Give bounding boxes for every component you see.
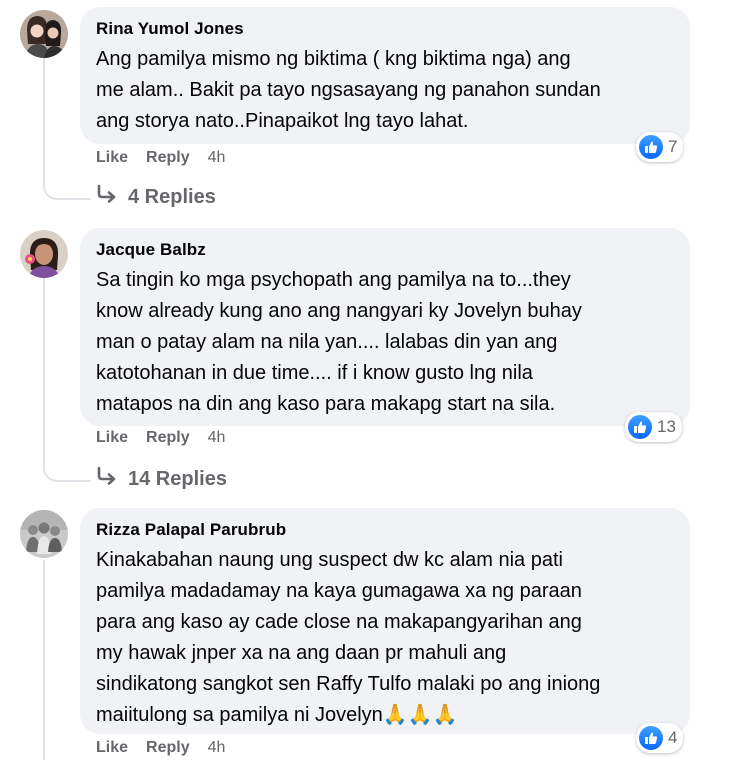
comment-author[interactable]: Rizza Palapal Parubrub bbox=[96, 517, 674, 543]
comment-text: Kinakabahan naung ung suspect dw kc alam… bbox=[96, 549, 601, 726]
reply-button[interactable]: Reply bbox=[146, 739, 190, 757]
thread-connector bbox=[43, 176, 91, 200]
comment-timestamp[interactable]: 4h bbox=[208, 149, 226, 167]
reply-button[interactable]: Reply bbox=[146, 149, 190, 167]
reaction-count-label: 7 bbox=[668, 137, 678, 156]
comment-text: Ang pamilya mismo ng biktima ( kng bikti… bbox=[96, 48, 601, 132]
comment-bubble: Jacque Balbz Sa tingin ko mga psychopath… bbox=[80, 228, 690, 426]
thread-line bbox=[43, 278, 45, 460]
reaction-count[interactable]: 7 bbox=[636, 132, 684, 162]
reaction-count-label: 4 bbox=[668, 728, 678, 747]
comment-author[interactable]: Rina Yumol Jones bbox=[96, 16, 674, 42]
comment-text: Sa tingin ko mga psychopath ang pamilya … bbox=[96, 269, 582, 415]
like-button[interactable]: Like bbox=[96, 429, 128, 447]
reply-arrow-icon bbox=[96, 466, 118, 492]
reaction-count[interactable]: 4 bbox=[636, 723, 684, 753]
view-replies-link[interactable]: 4 Replies bbox=[96, 182, 216, 212]
comment-timestamp[interactable]: 4h bbox=[208, 739, 226, 757]
thread-line bbox=[43, 58, 45, 178]
replies-count: 4 Replies bbox=[128, 185, 216, 208]
comment-actions: Like Reply 4h bbox=[96, 426, 225, 450]
thread-connector bbox=[43, 458, 91, 482]
comment-actions: Like Reply 4h bbox=[96, 146, 225, 170]
comment-timestamp[interactable]: 4h bbox=[208, 429, 226, 447]
reaction-count[interactable]: 13 bbox=[625, 412, 682, 442]
like-button[interactable]: Like bbox=[96, 739, 128, 757]
like-thumbs-up-icon bbox=[639, 135, 663, 159]
view-replies-link[interactable]: 14 Replies bbox=[96, 464, 227, 494]
avatar[interactable] bbox=[20, 10, 68, 58]
avatar[interactable] bbox=[20, 230, 68, 278]
avatar[interactable] bbox=[20, 510, 68, 558]
comment-bubble: Rizza Palapal Parubrub Kinakabahan naung… bbox=[80, 508, 690, 734]
like-thumbs-up-icon bbox=[639, 726, 663, 750]
like-button[interactable]: Like bbox=[96, 149, 128, 167]
like-thumbs-up-icon bbox=[628, 415, 652, 439]
reaction-count-label: 13 bbox=[657, 417, 676, 436]
comment-bubble: Rina Yumol Jones Ang pamilya mismo ng bi… bbox=[80, 7, 690, 144]
comment-actions: Like Reply 4h bbox=[96, 736, 225, 760]
reply-arrow-icon bbox=[96, 184, 118, 210]
comment-author[interactable]: Jacque Balbz bbox=[96, 237, 674, 263]
reply-button[interactable]: Reply bbox=[146, 429, 190, 447]
thread-line bbox=[43, 560, 45, 760]
replies-count: 14 Replies bbox=[128, 467, 227, 490]
